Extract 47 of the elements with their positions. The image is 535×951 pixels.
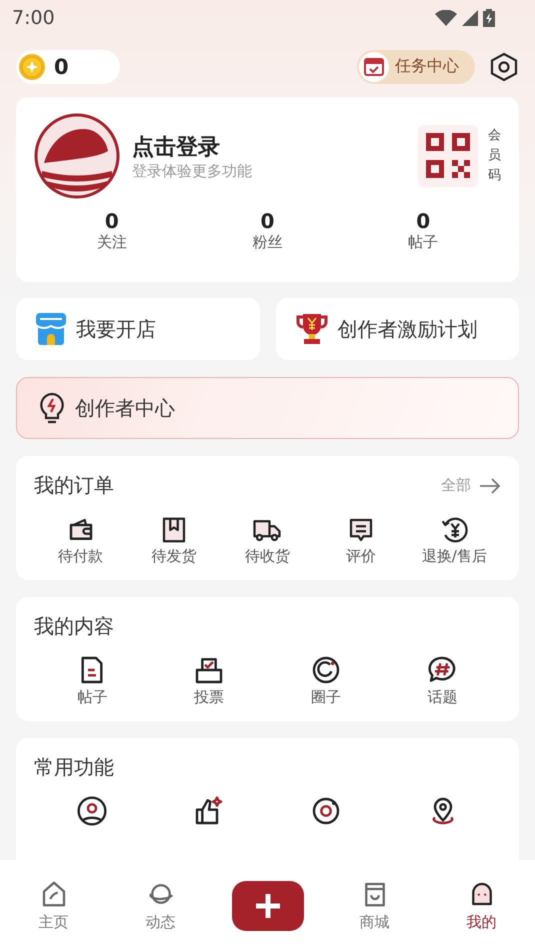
order-status-item[interactable]: 退换/售后 xyxy=(408,515,501,566)
order-status-item[interactable]: 待付款 xyxy=(34,515,128,566)
calendar-icon xyxy=(359,52,389,82)
open-store-button[interactable]: 我要开店 xyxy=(16,298,260,360)
content-item[interactable]: 圈子 xyxy=(268,654,384,707)
order-status-item[interactable]: 待发货 xyxy=(127,515,221,566)
qr-code-icon[interactable] xyxy=(418,125,478,187)
refund-icon xyxy=(439,515,470,545)
login-hint: 登录体验更多功能 xyxy=(132,162,253,180)
stat-label[interactable]: 帖子 xyxy=(408,233,438,252)
creator-center-banner[interactable]: 创作者中心 xyxy=(16,377,519,439)
stat-value: 0 xyxy=(260,209,274,233)
task-center-button[interactable]: 任务中心 xyxy=(357,50,475,84)
nav-tab[interactable]: 我的 xyxy=(428,879,535,932)
stat-label[interactable]: 粉丝 xyxy=(252,233,282,252)
nav-tab[interactable]: 动态 xyxy=(107,879,214,932)
status-time: 7:00 xyxy=(12,7,55,29)
stat-label[interactable]: 关注 xyxy=(96,233,127,252)
battery-icon xyxy=(483,9,495,27)
member-code-label[interactable]: 会员码 xyxy=(488,126,501,186)
lightbulb-icon xyxy=(39,392,65,424)
content-item[interactable]: 投票 xyxy=(150,654,268,707)
arrow-right-icon xyxy=(479,478,501,494)
order-status-item[interactable]: 评价 xyxy=(314,515,408,566)
section-title: 我的订单 xyxy=(34,472,114,499)
content-item[interactable]: 帖子 xyxy=(34,654,151,707)
section-title: 我的内容 xyxy=(34,613,114,640)
login-prompt[interactable]: 点击登录 xyxy=(132,132,406,162)
nav-tab[interactable]: 主页 xyxy=(0,879,107,932)
coin-icon xyxy=(18,52,46,80)
store-icon xyxy=(36,313,66,345)
plus-icon xyxy=(254,892,282,920)
avatar-icon[interactable] xyxy=(34,113,120,199)
wifi-icon xyxy=(435,10,457,26)
content-item[interactable]: 话题 xyxy=(384,654,501,707)
trophy-icon xyxy=(296,313,328,345)
settings-icon[interactable] xyxy=(489,52,519,82)
nav-tab[interactable]: 商城 xyxy=(321,879,428,932)
stat-value: 0 xyxy=(104,209,119,233)
user-icon[interactable] xyxy=(76,795,108,827)
signal-icon xyxy=(462,10,478,26)
stat-value: 0 xyxy=(416,209,430,233)
order-status-item[interactable]: 待收货 xyxy=(220,515,314,566)
creator-incentive-button[interactable]: 创作者激励计划 xyxy=(276,298,519,360)
coin-balance[interactable]: 0 xyxy=(16,50,120,84)
section-title: 常用功能 xyxy=(34,754,114,781)
create-post-button[interactable] xyxy=(232,880,304,930)
